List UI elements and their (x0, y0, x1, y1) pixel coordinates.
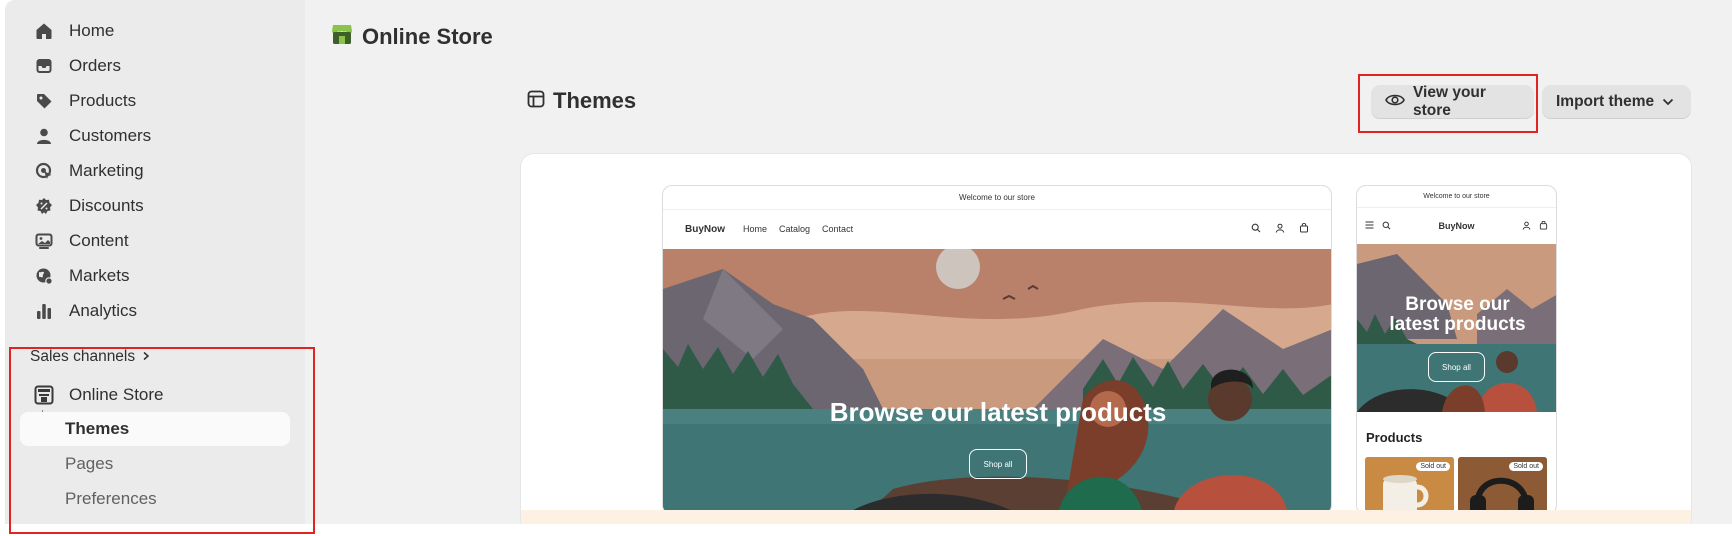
sidebar-item-label: Marketing (69, 161, 144, 180)
mobile-store-header: BuyNow (1357, 208, 1556, 244)
mobile-shop-all-button[interactable]: Shop all (1428, 352, 1485, 382)
desktop-preview[interactable]: Welcome to our store BuyNow Home Catalog… (662, 185, 1332, 515)
sidebar-item-label: Orders (69, 56, 121, 75)
store-nav-home: Home (743, 224, 768, 234)
sidebar-item-discounts[interactable]: Discounts (33, 192, 293, 220)
inbox-icon (33, 55, 55, 77)
highlight-box-view-store (1358, 74, 1538, 133)
mobile-hero-heading: Browse our latest products (1357, 294, 1556, 335)
themes-heading-text: Themes (553, 88, 637, 113)
store-nav-catalog: Catalog (779, 224, 811, 234)
sidebar-item-label: Home (69, 21, 115, 40)
account-icon (1275, 223, 1285, 235)
sidebar-item-label: Products (69, 91, 137, 110)
sidebar-item-orders[interactable]: Orders (33, 52, 293, 80)
mobile-store-brand: BuyNow (1438, 221, 1475, 231)
mobile-hero-line1: Browse our (1405, 294, 1510, 315)
sidebar-item-label: Content (69, 231, 129, 250)
sidebar-item-markets[interactable]: Markets (33, 262, 293, 290)
shop-all-button[interactable]: Shop all (969, 449, 1027, 479)
home-icon (33, 20, 55, 42)
page-title: Online Store (330, 22, 493, 52)
online-store-icon (330, 22, 354, 52)
target-icon (33, 160, 55, 182)
announcement-bar: Welcome to our store (663, 186, 1331, 210)
theme-preview-card: Welcome to our store BuyNow Home Catalog… (520, 153, 1692, 524)
store-header: BuyNow Home Catalog Contact (663, 210, 1331, 248)
search-icon (1251, 223, 1261, 235)
hero-heading: Browse our latest products (829, 397, 1167, 427)
product-card-mug[interactable]: Sold out (1365, 457, 1454, 514)
theme-icon (527, 88, 545, 114)
highlight-box-sales-channels (9, 347, 315, 534)
sidebar-item-marketing[interactable]: Marketing (33, 157, 293, 185)
import-theme-label: Import theme (1556, 93, 1655, 110)
sidebar-item-home[interactable]: Home (33, 17, 293, 45)
mobile-hero-image: Browse our latest products Shop all (1357, 244, 1556, 412)
person-icon (33, 125, 55, 147)
mobile-hero-line2: latest products (1389, 314, 1526, 335)
hero-image: Browse our latest products Shop all (663, 249, 1331, 514)
sidebar-item-label: Discounts (69, 196, 144, 215)
products-heading: Products (1366, 430, 1423, 445)
mobile-search-icon (1382, 221, 1391, 232)
menu-icon (1365, 221, 1374, 231)
sidebar-item-customers[interactable]: Customers (33, 122, 293, 150)
image-icon (33, 230, 55, 252)
sidebar-item-label: Markets (69, 266, 130, 285)
sidebar-item-products[interactable]: Products (33, 87, 293, 115)
globe-icon (33, 265, 55, 287)
mobile-preview[interactable]: Welcome to our store BuyNow Browse our l… (1356, 185, 1557, 515)
sold-out-badge: Sold out (1509, 462, 1543, 471)
bar-chart-icon (33, 300, 55, 322)
sidebar-item-label: Customers (69, 126, 152, 145)
mobile-account-icon (1522, 221, 1531, 232)
store-brand: BuyNow (685, 223, 725, 235)
sidebar-item-analytics[interactable]: Analytics (33, 297, 293, 325)
sidebar-item-content[interactable]: Content (33, 227, 293, 255)
page-title-text: Online Store (362, 24, 493, 49)
cart-icon (1299, 222, 1309, 235)
product-card-headphones[interactable]: Sold out (1458, 457, 1547, 514)
sidebar-item-label: Analytics (69, 301, 138, 320)
import-theme-button[interactable]: Import theme (1542, 85, 1691, 119)
discount-icon (33, 195, 55, 217)
chevron-down-icon (1662, 93, 1674, 111)
mobile-cart-icon (1539, 220, 1548, 232)
tag-icon (33, 90, 55, 112)
themes-heading: Themes (527, 88, 636, 114)
store-nav-contact: Contact (822, 224, 854, 234)
sold-out-badge: Sold out (1416, 462, 1450, 471)
mobile-announcement-bar: Welcome to our store (1357, 186, 1556, 208)
card-footer-strip (521, 510, 1691, 524)
